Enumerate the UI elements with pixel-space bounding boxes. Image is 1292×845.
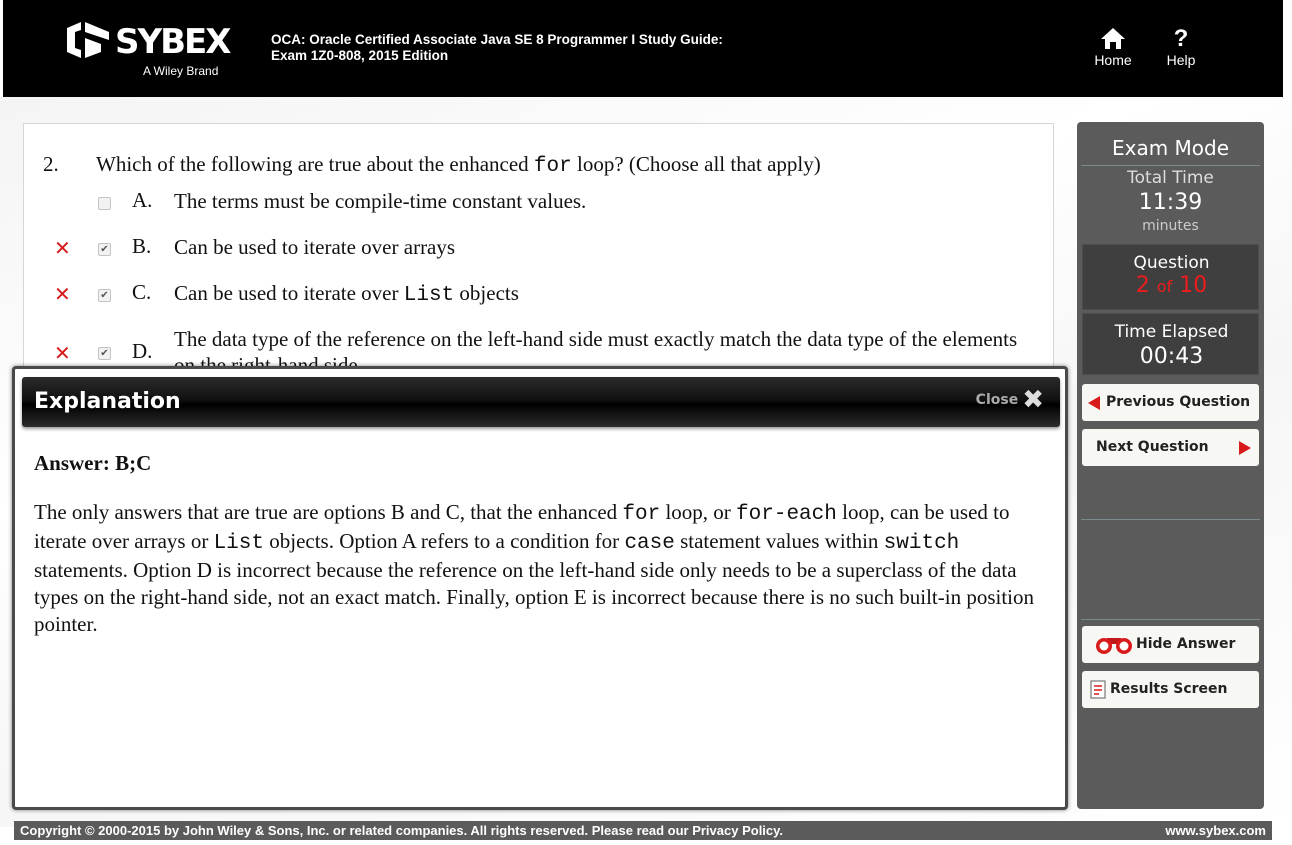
option-letter: B. (132, 234, 152, 258)
next-question-label: Next Question (1096, 439, 1209, 455)
home-label: Home (1094, 52, 1132, 68)
question-text-part: Which of the following are true about th… (96, 152, 534, 176)
close-label: Close (975, 392, 1019, 408)
wrong-mark-icon: ✕ (54, 282, 71, 306)
results-document-icon (1090, 680, 1106, 699)
hide-answer-button[interactable]: Hide Answer (1082, 626, 1259, 663)
option-checkbox[interactable]: ✔ (98, 289, 111, 302)
time-elapsed-label: Time Elapsed (1114, 322, 1229, 342)
explanation-text-part: statements. Option D is incorrect becaus… (34, 558, 1034, 636)
time-elapsed-value: 00:43 (1139, 344, 1204, 369)
wrong-mark-icon: ✕ (54, 341, 71, 365)
hide-answer-label: Hide Answer (1136, 636, 1236, 652)
option-text-part: Can be used to iterate over (174, 281, 404, 305)
explanation-text-part: The only answers that are true are optio… (34, 500, 623, 524)
question-counter: 2 of 10 (1083, 273, 1260, 298)
option-text: The terms must be compile-time constant … (174, 189, 587, 213)
total-time-unit: minutes (1142, 218, 1199, 234)
arrow-right-icon (1239, 441, 1251, 455)
question-total: 10 (1179, 273, 1208, 298)
question-panel: 2. Which of the following are true about… (23, 123, 1054, 373)
option-text: Can be used to iterate over List objects (174, 280, 1024, 309)
question-current: 2 (1135, 273, 1150, 298)
question-mark-icon: ? (1173, 25, 1189, 52)
explanation-code: for (622, 503, 661, 526)
close-icon: ✖ (1022, 385, 1044, 415)
question-text-part: loop? (Choose all that apply) (571, 152, 821, 176)
explanation-title-bar: Explanation Close ✖ (22, 377, 1060, 427)
copyright-text[interactable]: Copyright © 2000-2015 by John Wiley & So… (20, 821, 783, 840)
results-screen-button[interactable]: Results Screen (1082, 671, 1259, 708)
explanation-code: List (213, 532, 264, 555)
page-footer: Copyright © 2000-2015 by John Wiley & So… (14, 821, 1272, 840)
explanation-code: case (624, 532, 675, 555)
book-title: OCA: Oracle Certified Associate Java SE … (271, 32, 723, 64)
previous-question-button[interactable]: Previous Question (1082, 384, 1259, 421)
option-checkbox[interactable]: ✔ (98, 243, 111, 256)
previous-question-label: Previous Question (1106, 394, 1251, 410)
wrong-mark-icon: ✕ (54, 236, 71, 260)
brand-name: SYBEX (115, 22, 231, 62)
total-time-label: Total Time (1127, 168, 1214, 188)
site-link[interactable]: www.sybex.com (1165, 821, 1266, 840)
home-button[interactable]: Home (1088, 26, 1138, 68)
arrow-left-icon (1088, 396, 1100, 410)
close-explanation-button[interactable]: Close ✖ (975, 385, 1044, 415)
sybex-logo-mark-icon (67, 22, 109, 58)
home-icon (1101, 28, 1125, 49)
option-text-part: objects (454, 281, 519, 305)
divider (1081, 619, 1260, 620)
explanation-text-part: loop, or (660, 500, 737, 524)
answer-key: Answer: B;C (34, 451, 152, 475)
book-title-line1: OCA: Oracle Certified Associate Java SE … (271, 32, 723, 47)
explanation-panel: Explanation Close ✖ Answer: B;C The only… (12, 366, 1068, 810)
question-counter-label: Question (1133, 253, 1210, 273)
option-checkbox[interactable]: ✔ (98, 347, 111, 360)
explanation-text-part: objects. Option A refers to a condition … (264, 529, 625, 553)
divider (1081, 519, 1260, 520)
binoculars-icon (1096, 638, 1132, 654)
question-text-code: for (533, 155, 572, 178)
results-screen-label: Results Screen (1110, 681, 1228, 697)
option-letter: D. (132, 339, 153, 363)
question-counter-box: Question 2 of 10 (1082, 244, 1259, 310)
option-letter: A. (132, 188, 153, 212)
option-text: Can be used to iterate over arrays (174, 235, 456, 259)
question-text: Which of the following are true about th… (96, 152, 821, 178)
next-question-button[interactable]: Next Question (1082, 429, 1259, 466)
explanation-title: Explanation (34, 389, 181, 414)
explanation-code: switch (883, 532, 960, 555)
explanation-text: The only answers that are true are optio… (34, 499, 1034, 638)
explanation-text-part: statement values within (674, 529, 884, 553)
question-number: 2. (43, 152, 59, 176)
sybex-logo: SYBEX A Wiley Brand (63, 16, 233, 80)
exam-mode-title: Exam Mode (1111, 136, 1230, 160)
explanation-code: for-each (736, 503, 837, 526)
book-title-line2: Exam 1Z0-808, 2015 Edition (271, 48, 449, 63)
exam-sidebar: Exam Mode Total Time 11:39 minutes Quest… (1077, 122, 1264, 809)
total-time-value: 11:39 (1138, 190, 1203, 215)
brand-tagline: A Wiley Brand (143, 64, 219, 78)
divider (1081, 165, 1260, 166)
question-of: of (1156, 277, 1173, 296)
option-letter: C. (132, 280, 152, 304)
time-elapsed-box: Time Elapsed 00:43 (1082, 313, 1259, 375)
option-text-code: List (403, 284, 455, 307)
app-header: SYBEX A Wiley Brand OCA: Oracle Certifie… (3, 0, 1283, 97)
help-label: Help (1166, 52, 1196, 68)
option-checkbox[interactable] (98, 197, 111, 210)
help-button[interactable]: ? Help (1161, 25, 1201, 69)
